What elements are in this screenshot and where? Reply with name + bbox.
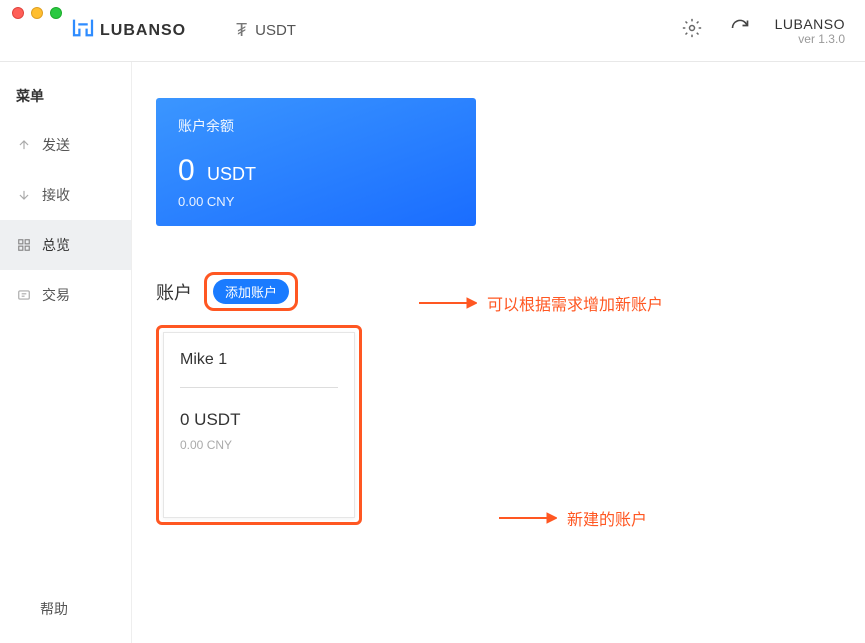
sidebar: 菜单 发送 接收 总览 交易 帮助 [0,62,132,643]
sidebar-item-transactions[interactable]: 交易 [0,270,131,320]
sidebar-item-label: 交易 [42,285,70,305]
gear-icon [682,18,702,43]
main-content: 账户余额 0 USDT 0.00 CNY 账户 添加账户 可以根据需求增加新账户… [132,62,865,643]
balance-unit: USDT [207,164,256,184]
titlebar: LUBANSO ₮ USDT LUBANSO ver 1.3.0 [0,0,865,62]
divider [180,387,338,388]
arrow-icon [417,296,477,310]
currency-label: USDT [255,22,296,39]
transactions-icon [16,288,32,302]
annotation-add-account: 可以根据需求增加新账户 [417,291,663,315]
refresh-icon [730,18,750,43]
maximize-window-button[interactable] [50,7,62,19]
account-name: Mike 1 [180,351,338,369]
sidebar-item-label: 接收 [42,185,70,205]
brand-text: LUBANSO [100,22,186,40]
close-window-button[interactable] [12,7,24,19]
annotation-new-account: 新建的账户 [497,506,647,530]
annotation-text: 可以根据需求增加新账户 [487,291,663,315]
app-version: LUBANSO ver 1.3.0 [775,16,845,46]
currency-symbol: ₮ [236,20,247,41]
currency-selector[interactable]: ₮ USDT [236,20,296,41]
balance-value: 0 [178,154,195,187]
app-version-number: ver 1.3.0 [775,32,845,46]
sidebar-item-label: 发送 [42,135,70,155]
balance-label: 账户余额 [178,116,454,136]
overview-icon [16,238,32,252]
lubanso-icon [72,19,94,42]
sidebar-item-overview[interactable]: 总览 [0,220,131,270]
balance-amount: 0 USDT [178,154,454,188]
add-account-button[interactable]: 添加账户 [213,279,289,304]
sidebar-item-send[interactable]: 发送 [0,120,131,170]
sidebar-help[interactable]: 帮助 [0,575,131,643]
send-icon [16,138,32,152]
refresh-button[interactable] [725,16,755,46]
annotation-text: 新建的账户 [567,506,647,530]
sidebar-item-label: 总览 [42,235,70,255]
arrow-icon [497,511,557,525]
brand-logo: LUBANSO [72,19,186,42]
balance-card: 账户余额 0 USDT 0.00 CNY [156,98,476,226]
account-card-highlight: Mike 1 0 USDT 0.00 CNY [156,325,362,525]
settings-button[interactable] [677,16,707,46]
account-balance: 0 USDT [180,410,338,430]
app-version-name: LUBANSO [775,16,845,32]
add-account-highlight: 添加账户 [204,272,298,311]
receive-icon [16,188,32,202]
minimize-window-button[interactable] [31,7,43,19]
sidebar-item-receive[interactable]: 接收 [0,170,131,220]
sidebar-menu-title: 菜单 [0,80,131,120]
accounts-section-label: 账户 [156,279,192,305]
balance-cny: 0.00 CNY [178,194,454,209]
account-card[interactable]: Mike 1 0 USDT 0.00 CNY [163,332,355,518]
window-controls [12,7,62,19]
help-label: 帮助 [40,601,68,617]
account-cny: 0.00 CNY [180,438,338,452]
